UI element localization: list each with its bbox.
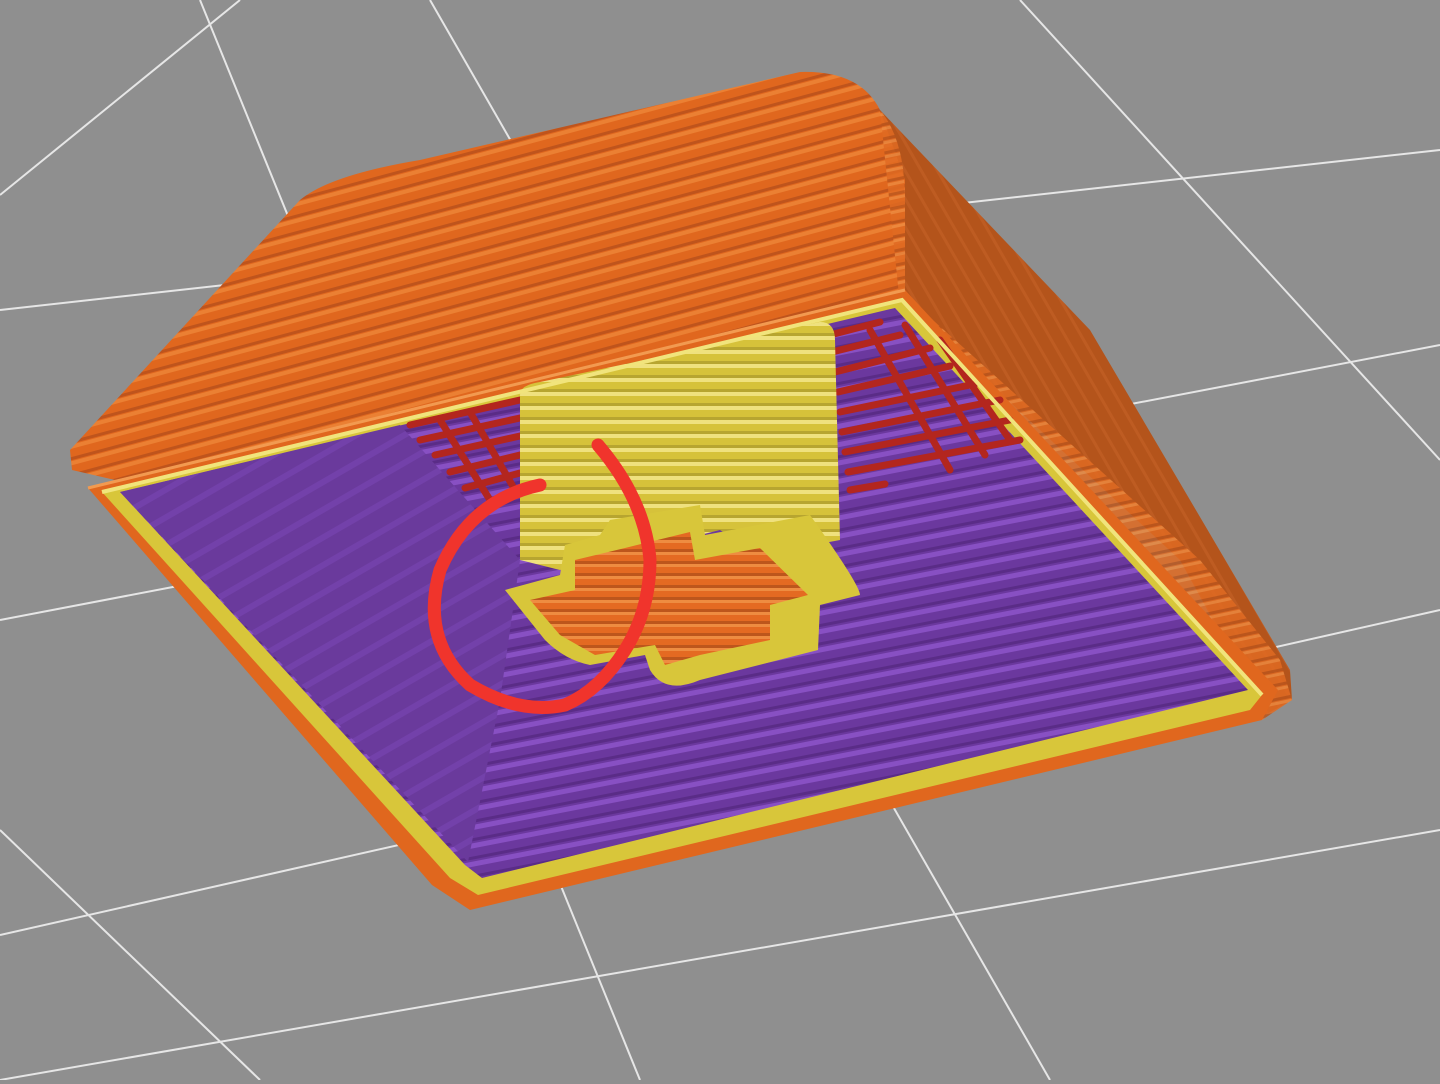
grid-line	[0, 829, 1440, 1081]
grid-line	[0, 829, 261, 1081]
gcode-preview-canvas[interactable]	[0, 0, 1440, 1081]
keycap-model[interactable]	[70, 71, 1292, 910]
grid-line	[0, 0, 241, 196]
3d-print-preview-viewport[interactable]	[0, 0, 1440, 1081]
stem-right-lobe	[710, 322, 840, 555]
